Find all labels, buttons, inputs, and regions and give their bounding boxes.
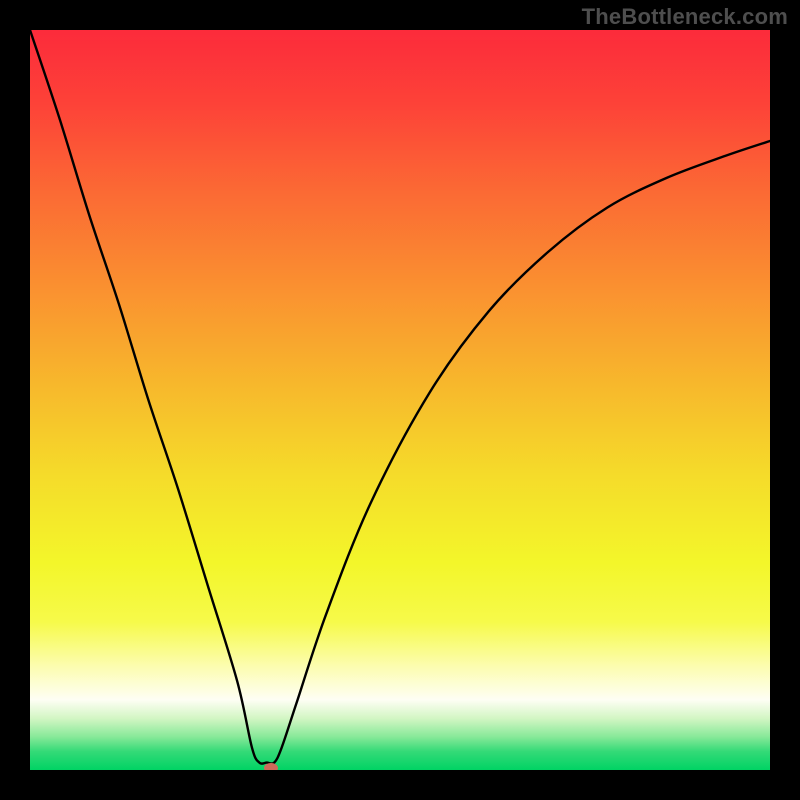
curve-layer xyxy=(30,30,770,770)
chart-frame: TheBottleneck.com xyxy=(0,0,800,800)
plot-area xyxy=(30,30,770,770)
optimal-point-marker xyxy=(264,763,278,770)
bottleneck-curve xyxy=(30,30,770,764)
watermark-text: TheBottleneck.com xyxy=(582,4,788,30)
